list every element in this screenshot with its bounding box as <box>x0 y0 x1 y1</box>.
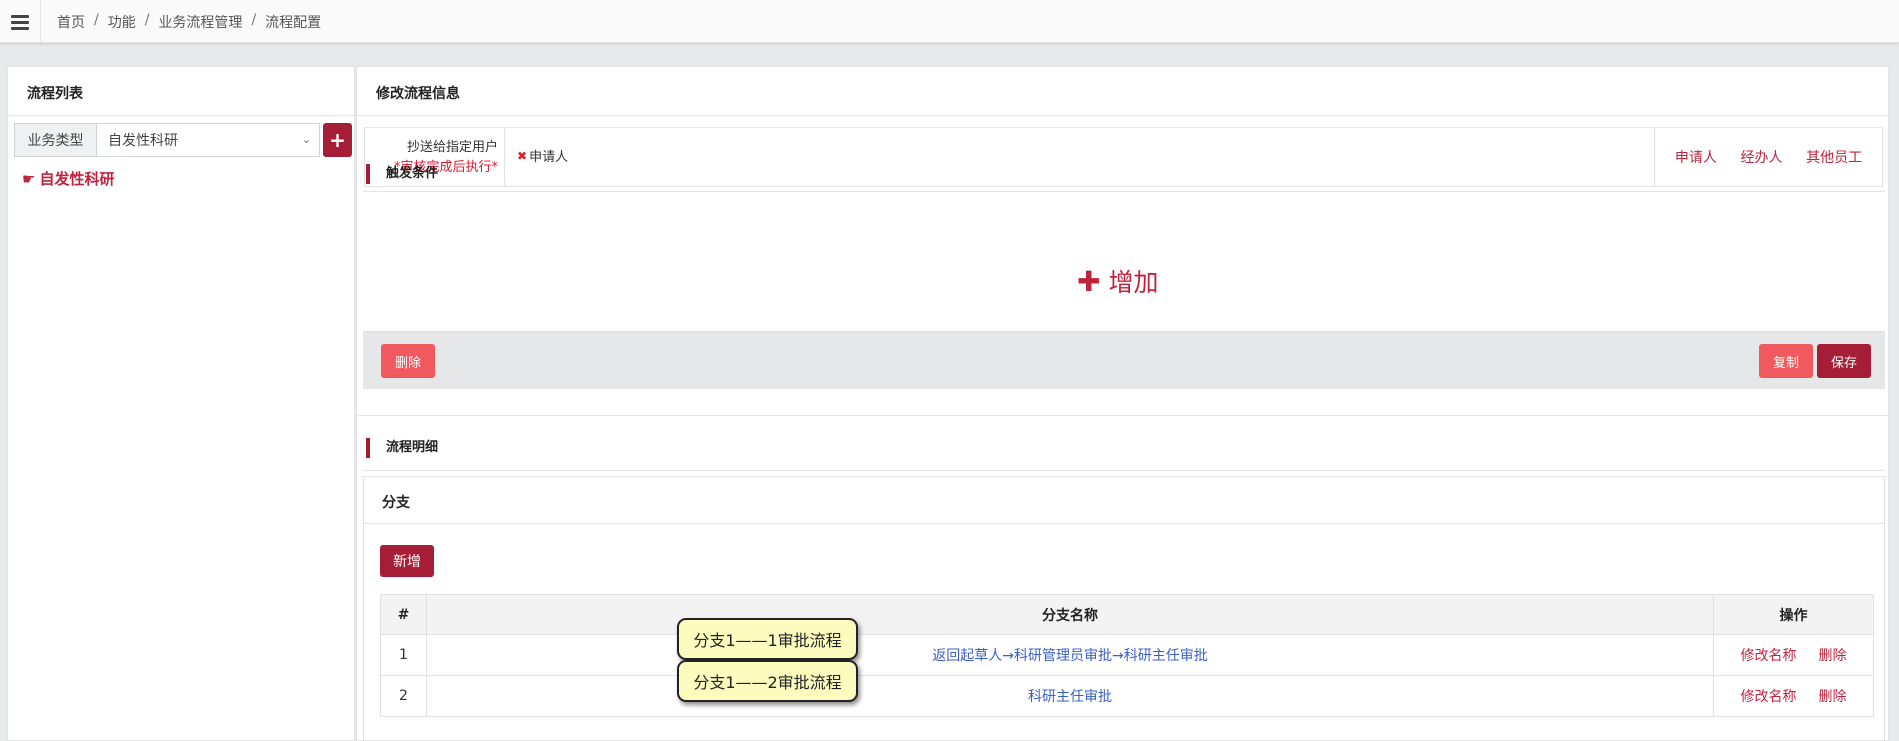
cc-option-applicant[interactable]: 申请人 <box>1675 147 1717 167</box>
breadcrumb-workflow-management[interactable]: 业务流程管理 <box>158 12 242 32</box>
business-type-label: 业务类型 <box>14 123 96 157</box>
row-actions: 修改名称 删除 <box>1713 675 1874 717</box>
breadcrumb-workflow-config: 流程配置 <box>265 15 322 31</box>
branch-panel: 分支 新增 # 分支名称 操作 1 返回起草人→科研管理员审批→科研主任审批 修… <box>363 476 1885 741</box>
top-bar: 首页 / 功能 / 业务流程管理 / 流程配置 <box>0 0 1899 43</box>
chevron-down-icon: ⌄ <box>301 133 311 146</box>
cc-option-handler[interactable]: 经办人 <box>1740 147 1782 167</box>
cc-user-label: 抄送给指定用户 <box>406 140 498 155</box>
delete-row-button[interactable]: 删除 <box>1819 648 1847 664</box>
row-number: 1 <box>380 634 427 676</box>
tree-item-label: 自发性科研 <box>39 170 115 188</box>
breadcrumb: 首页 / 功能 / 业务流程管理 / 流程配置 <box>57 12 322 32</box>
section-divider <box>357 415 1888 416</box>
row-actions: 修改名称 删除 <box>1713 634 1874 676</box>
workflow-list-panel: 流程列表 业务类型 自发性科研 ⌄ + ☛ 自发性科研 <box>7 66 355 741</box>
add-condition-label: 增加 <box>1108 268 1159 297</box>
cc-selected-user: ✖ 申请人 <box>517 146 569 166</box>
save-button[interactable]: 保存 <box>1817 344 1871 378</box>
cc-option-other-staff[interactable]: 其他员工 <box>1806 147 1862 167</box>
plus-icon: ✚ <box>1077 264 1101 298</box>
tree-item-workflow[interactable]: ☛ 自发性科研 <box>22 168 114 189</box>
hand-pointer-icon: ☛ <box>22 169 36 188</box>
table-row: 1 返回起草人→科研管理员审批→科研主任审批 修改名称 删除 <box>380 634 1874 676</box>
workflow-detail-title: 流程明细 <box>366 438 438 458</box>
branch-tooltip: 分支1——2审批流程 <box>677 660 858 702</box>
breadcrumb-function[interactable]: 功能 <box>108 12 136 32</box>
branch-flow-link[interactable]: 科研主任审批 <box>1028 689 1112 705</box>
branch-tooltip: 分支1——1审批流程 <box>677 618 858 660</box>
add-branch-button[interactable]: 新增 <box>380 545 434 577</box>
branch-name-cell: 返回起草人→科研管理员审批→科研主任审批 <box>426 634 1714 676</box>
business-type-select[interactable]: 自发性科研 ⌄ <box>96 123 320 157</box>
add-workflow-button[interactable]: + <box>323 123 352 157</box>
cc-selected-user-label: 申请人 <box>529 150 569 165</box>
branch-table: # 分支名称 操作 1 返回起草人→科研管理员审批→科研主任审批 修改名称 删除 … <box>380 594 1874 717</box>
cc-user-row: 抄送给指定用户 *审核完成后执行* ✖ 申请人 申请人 经办人 其他员工 <box>364 127 1883 187</box>
table-row: 2 科研主任审批 修改名称 删除 <box>380 675 1874 717</box>
add-condition-button[interactable]: ✚ 增加 <box>1077 263 1158 299</box>
workflow-list-title: 流程列表 <box>8 67 354 116</box>
divider <box>363 191 1885 192</box>
remove-icon[interactable]: ✖ <box>517 149 527 163</box>
edit-workflow-title: 修改流程信息 <box>357 67 1888 116</box>
branch-flow-link[interactable]: 返回起草人→科研管理员审批→科研主任审批 <box>932 648 1207 664</box>
business-type-value: 自发性科研 <box>108 133 178 149</box>
copy-button[interactable]: 复制 <box>1759 344 1813 378</box>
menu-icon[interactable] <box>0 0 41 43</box>
delete-row-button[interactable]: 删除 <box>1819 689 1847 705</box>
column-header-actions: 操作 <box>1713 594 1874 635</box>
row-number: 2 <box>380 675 427 717</box>
column-header-number: # <box>380 594 427 635</box>
breadcrumb-home[interactable]: 首页 <box>57 12 85 32</box>
column-header-branch-name: 分支名称 <box>426 594 1714 635</box>
cc-user-options: 申请人 经办人 其他员工 <box>1654 128 1882 186</box>
rename-button[interactable]: 修改名称 <box>1741 648 1797 664</box>
plus-icon: + <box>329 128 346 152</box>
branch-title: 分支 <box>364 477 1884 524</box>
business-type-filter: 业务类型 自发性科研 ⌄ + <box>14 123 352 157</box>
trigger-conditions-title: 触发条件 <box>366 164 438 184</box>
action-bar: 删除 复制 保存 <box>363 331 1885 389</box>
branch-name-cell: 科研主任审批 <box>426 675 1714 717</box>
edit-workflow-panel: 修改流程信息 抄送给指定用户 *审核完成后执行* ✖ 申请人 申请人 经办人 其… <box>356 66 1889 741</box>
rename-button[interactable]: 修改名称 <box>1741 689 1797 705</box>
divider <box>363 470 1885 471</box>
delete-button[interactable]: 删除 <box>381 344 435 378</box>
